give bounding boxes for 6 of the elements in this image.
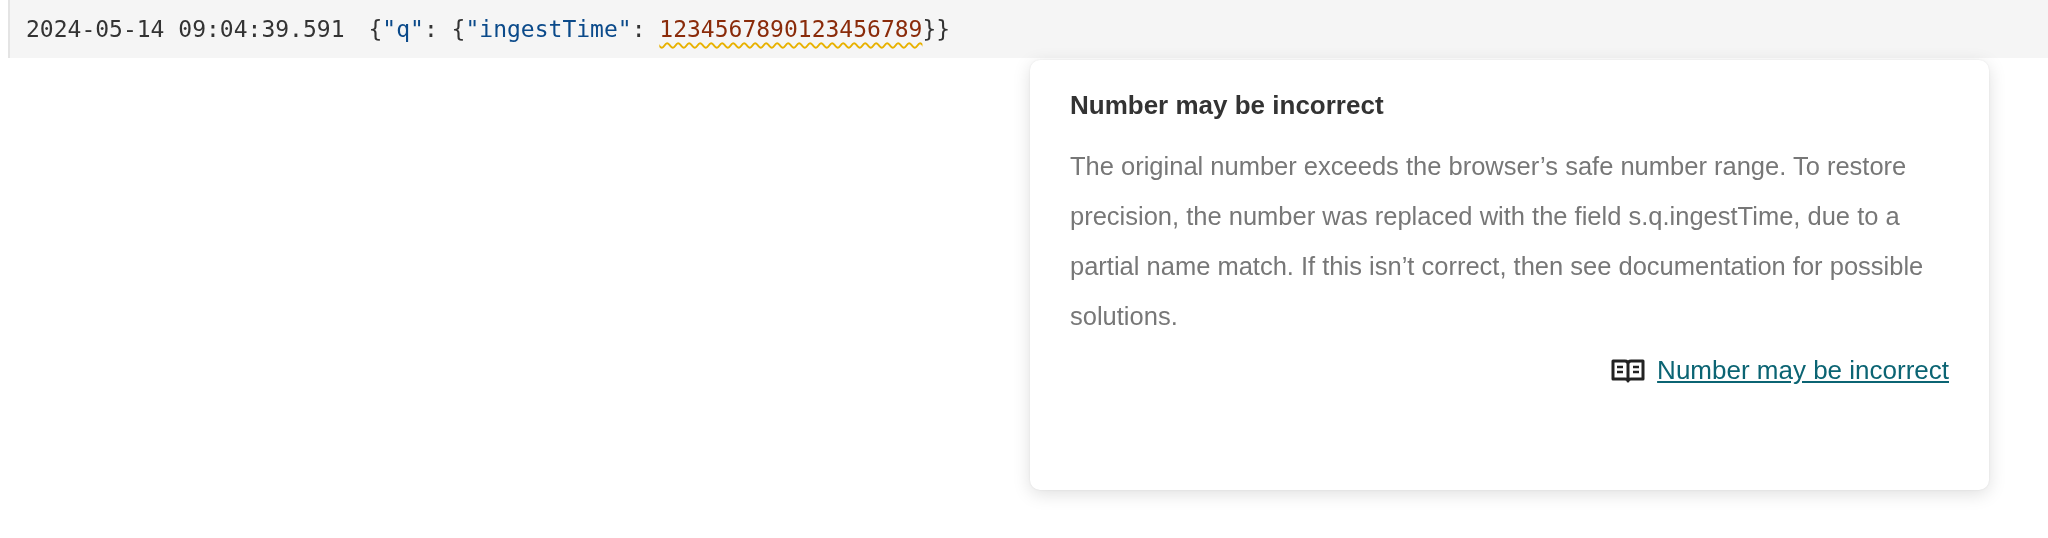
log-message: {"q": {"ingestTime": 1234567890123456789}} xyxy=(368,16,951,42)
tooltip-text: The original number exceeds the browser’s safe number range. To restore precision, the number was replaced with the field s.q.ingestTime, due to a partial name match. If this isn’t correct, then see documentation for possible solutions. xyxy=(1070,151,1925,332)
tooltip-title: Number may be incorrect xyxy=(1070,90,1385,121)
book-icon xyxy=(1611,357,1646,384)
documentation-link[interactable]: Number may be incorrect xyxy=(1657,355,1949,386)
log-timestamp: 2024-05-14 09:04:39.591 xyxy=(26,16,345,42)
